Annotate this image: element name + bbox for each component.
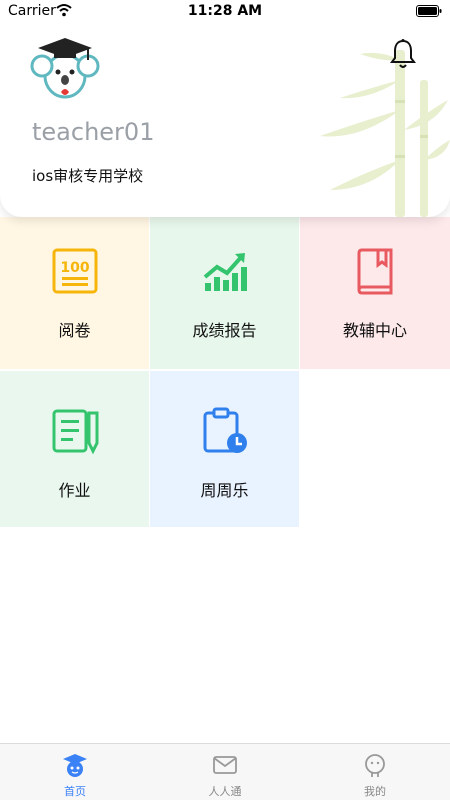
username: teacher01 [32, 118, 155, 146]
avatar [30, 38, 100, 99]
tile-homework[interactable]: 作业 [0, 371, 149, 527]
svg-text:100: 100 [60, 260, 89, 276]
tab-messages[interactable]: 人人通 [150, 744, 300, 800]
clipboard-clock-icon [203, 407, 247, 453]
tile-label: 教辅中心 [342, 321, 407, 340]
status-time: 11:28 AM [187, 3, 263, 19]
tab-bar: 首页 人人通 我的 [0, 743, 450, 800]
notebook-pen-icon [52, 409, 98, 455]
profile-icon [365, 754, 385, 777]
graduate-icon [63, 754, 87, 777]
profile-header: teacher01 ios审核专用学校 [0, 0, 450, 217]
tab-home[interactable]: 首页 [0, 744, 150, 800]
tile-label: 作业 [58, 481, 91, 500]
school-name: ios审核专用学校 [32, 167, 144, 185]
book-icon [357, 248, 393, 295]
tab-label: 人人通 [208, 785, 242, 798]
tab-profile[interactable]: 我的 [300, 744, 450, 800]
status-bar: Carrier 11:28 AM [0, 0, 450, 24]
tile-weekly-fun[interactable]: 周周乐 [150, 371, 299, 527]
tile-label: 周周乐 [200, 481, 249, 500]
tile-tutoring-center[interactable]: 教辅中心 [300, 217, 450, 369]
tab-label: 首页 [64, 785, 86, 798]
tab-label: 我的 [364, 785, 386, 798]
trend-chart-icon [203, 253, 247, 291]
tile-grading[interactable]: 100 阅卷 [0, 217, 149, 369]
tile-score-report[interactable]: 成绩报告 [150, 217, 299, 369]
score-100-icon: 100 [52, 248, 97, 294]
mail-icon [213, 756, 237, 774]
bell-icon[interactable] [388, 38, 418, 70]
tile-label: 阅卷 [58, 321, 91, 340]
tile-label: 成绩报告 [192, 321, 257, 340]
bamboo-decoration [320, 50, 450, 217]
battery-icon [416, 5, 442, 17]
